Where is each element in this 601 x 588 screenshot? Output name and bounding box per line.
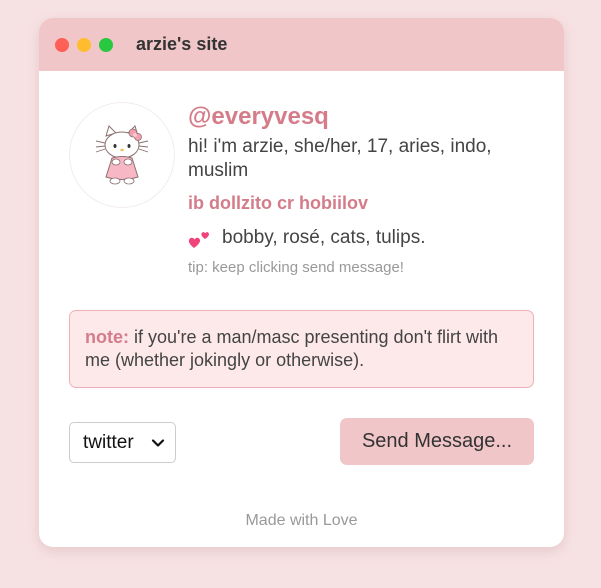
close-window-button[interactable]	[55, 37, 69, 52]
chevron-down-icon	[151, 439, 165, 447]
profile-section: @everyvesq hi! i'm arzie, she/her, 17, a…	[39, 71, 564, 301]
platform-select[interactable]: twitter	[69, 422, 176, 463]
tip-text: tip: keep clicking send message!	[188, 259, 404, 276]
avatar	[69, 102, 175, 208]
profile-bio: hi! i'm arzie, she/her, 17, aries, indo,…	[188, 136, 492, 181]
hello-kitty-icon	[95, 125, 149, 185]
note-label: note:	[85, 327, 129, 347]
send-message-button[interactable]: Send Message...	[340, 418, 534, 465]
profile-likes: bobby, rosé, cats, tulips.	[188, 226, 538, 250]
profile-info: @everyvesq hi! i'm arzie, she/her, 17, a…	[188, 103, 538, 277]
profile-tagline: ib dollzito cr hobiilov	[188, 193, 368, 213]
note-text: if you're a man/masc presenting don't fl…	[85, 327, 499, 370]
minimize-window-button[interactable]	[77, 37, 91, 52]
platform-select-value: twitter	[83, 431, 134, 453]
window-title: arzie's site	[136, 34, 228, 54]
two-hearts-icon	[188, 232, 209, 248]
title-bar: arzie's site	[39, 18, 564, 71]
zoom-window-button[interactable]	[99, 37, 113, 52]
likes-text: bobby, rosé, cats, tulips.	[222, 227, 426, 248]
footer-text: Made with Love	[245, 512, 358, 529]
profile-handle: @everyvesq	[188, 103, 329, 130]
note-box: note: if you're a man/masc presenting do…	[69, 310, 534, 388]
app-window: arzie's site @everyvesq hi! i'm arzie, s…	[39, 18, 564, 547]
